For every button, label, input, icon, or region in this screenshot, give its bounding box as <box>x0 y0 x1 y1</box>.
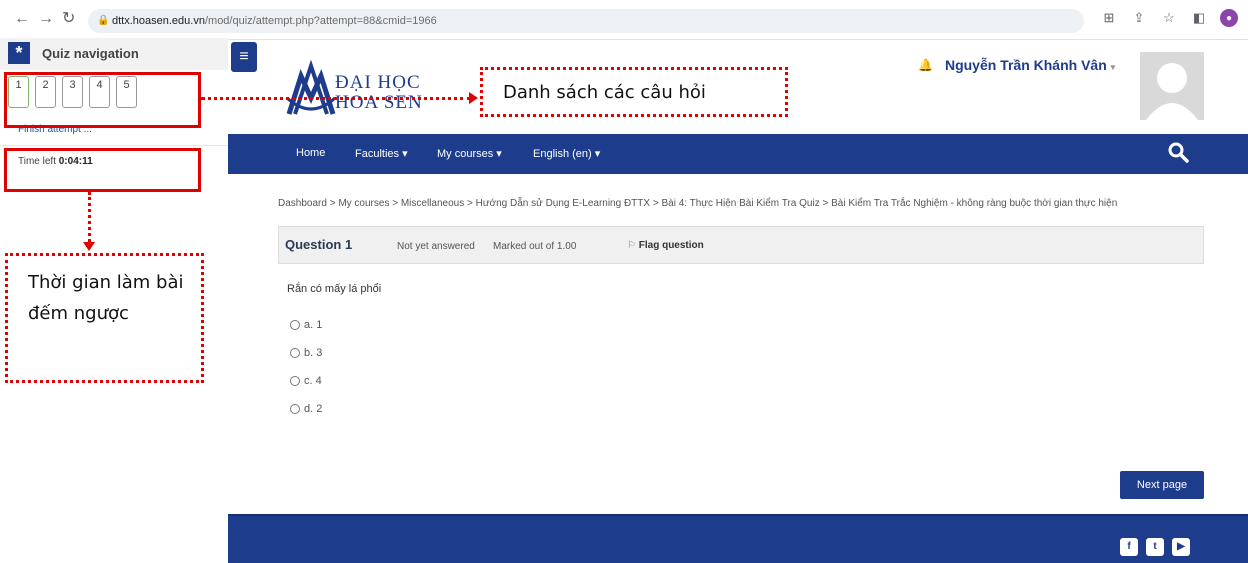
browser-actions: ⊞ ⇪ ☆ ◧ ● ⋮ <box>1100 8 1248 28</box>
hoa-sen-logo[interactable]: ĐẠI HỌC HOA SEN <box>285 52 465 122</box>
url-host: dttx.hoasen.edu.vn <box>112 15 205 27</box>
arrow-right-icon <box>469 92 478 104</box>
flag-icon: ⚐ <box>627 240 636 251</box>
asterisk-icon: * <box>8 42 30 64</box>
facebook-icon[interactable]: f <box>1120 538 1138 556</box>
question-info-bar: Question 1 Not yet answered Marked out o… <box>278 226 1204 264</box>
breadcrumb[interactable]: Dashboard > My courses > Miscellaneous >… <box>278 198 1117 209</box>
browser-toolbar: ← → ↻ 🔒 dttx.hoasen.edu.vn/mod/quiz/atte… <box>0 0 1248 40</box>
radio-button[interactable] <box>290 376 300 386</box>
flag-question-button[interactable]: ⚐ Flag question <box>627 240 704 251</box>
share-icon[interactable]: ⇪ <box>1130 9 1148 27</box>
answer-label: d. 2 <box>304 403 323 415</box>
main-navbar: Home Faculties ▾ My courses ▾ English (e… <box>228 134 1248 174</box>
logo-line-2: HOA SEN <box>335 92 423 113</box>
forward-icon[interactable]: → <box>38 8 54 30</box>
radio-button[interactable] <box>290 404 300 414</box>
answer-label: b. 3 <box>304 347 323 359</box>
user-name: Nguyễn Trần Khánh Vân ▾ <box>944 57 1116 73</box>
nav-my-courses[interactable]: My courses ▾ <box>437 147 502 160</box>
answer-option-a[interactable]: a. 1 <box>290 319 322 331</box>
user-menu[interactable]: 🔔 Nguyễn Trần Khánh Vân ▾ <box>918 57 1115 73</box>
person-silhouette-icon <box>1146 63 1198 120</box>
question-list-connector <box>201 97 471 100</box>
question-text: Rắn có mấy lá phổi <box>287 283 382 295</box>
screenshot-root: ← → ↻ 🔒 dttx.hoasen.edu.vn/mod/quiz/atte… <box>0 0 1248 563</box>
nav-faculties[interactable]: Faculties ▾ <box>355 147 408 160</box>
twitter-icon[interactable]: t <box>1146 538 1164 556</box>
flag-question-label: Flag question <box>638 240 704 251</box>
answer-option-c[interactable]: c. 4 <box>290 375 322 387</box>
url-path: /mod/quiz/attempt.php?attempt=88&cmid=19… <box>204 15 437 27</box>
question-mark: Marked out of 1.00 <box>493 241 577 252</box>
nav-language[interactable]: English (en) ▾ <box>533 147 600 160</box>
lock-icon: 🔒 <box>97 15 110 26</box>
answer-label: c. 4 <box>304 375 322 387</box>
question-number: Question 1 <box>285 237 353 252</box>
youtube-icon[interactable]: ▶ <box>1172 538 1190 556</box>
timer-callout: Thời gian làm bài đếm ngược <box>5 253 204 383</box>
radio-button[interactable] <box>290 320 300 330</box>
question-list-callout: Danh sách các câu hỏi <box>480 67 788 117</box>
drawer-divider <box>0 145 228 146</box>
answer-option-b[interactable]: b. 3 <box>290 347 322 359</box>
footer: f t ▶ <box>228 514 1248 563</box>
nav-home[interactable]: Home <box>296 147 325 159</box>
user-avatar[interactable] <box>1140 52 1204 120</box>
question-state: Not yet answered <box>397 241 475 252</box>
radio-button[interactable] <box>290 348 300 358</box>
arrow-down-icon <box>83 242 95 251</box>
next-page-button[interactable]: Next page <box>1120 471 1204 499</box>
hamburger-menu-icon[interactable]: ≡ <box>231 42 257 72</box>
notification-bell-icon[interactable]: 🔔 <box>918 58 933 72</box>
drawer-title: Quiz navigation <box>42 46 139 61</box>
translate-icon[interactable]: ⊞ <box>1100 9 1118 27</box>
answer-option-d[interactable]: d. 2 <box>290 403 322 415</box>
back-icon[interactable]: ← <box>14 8 30 30</box>
answer-label: a. 1 <box>304 319 323 331</box>
drawer-header: * Quiz navigation <box>0 38 228 70</box>
question-list-highlight <box>4 72 201 128</box>
search-icon[interactable] <box>1166 140 1190 164</box>
address-bar[interactable]: 🔒 dttx.hoasen.edu.vn/mod/quiz/attempt.ph… <box>88 9 1084 33</box>
lotus-logo-icon <box>285 59 337 115</box>
timer-connector <box>88 192 91 242</box>
bookmark-star-icon[interactable]: ☆ <box>1160 9 1178 27</box>
reload-icon[interactable]: ↻ <box>62 8 75 30</box>
side-panel-icon[interactable]: ◧ <box>1190 9 1208 27</box>
timer-highlight <box>4 148 201 192</box>
logo-line-1: ĐẠI HỌC <box>335 72 421 93</box>
profile-avatar-icon[interactable]: ● <box>1220 9 1238 27</box>
